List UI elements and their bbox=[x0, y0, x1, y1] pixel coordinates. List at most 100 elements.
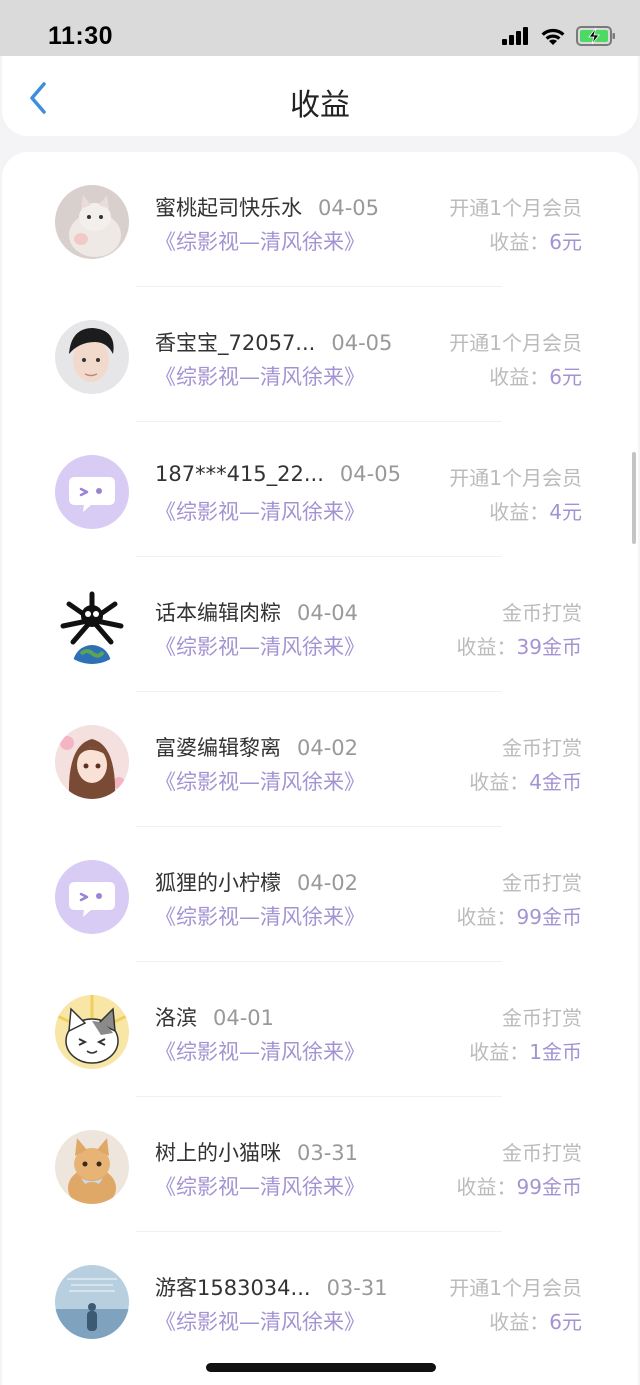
earning-date: 03-31 bbox=[297, 1141, 359, 1165]
user-info: 话本编辑肉粽 04-04 bbox=[155, 597, 358, 627]
earning-value: 6元 bbox=[549, 365, 582, 389]
earning-label: 收益： bbox=[469, 1040, 530, 1064]
user-info: 蜜桃起司快乐水 04-05 bbox=[155, 192, 379, 222]
user-info: 树上的小猫咪 03-31 bbox=[155, 1137, 358, 1167]
earning-row[interactable]: 狐狸的小柠檬 04-02 《综影视—清风徐来》 金币打赏 收益：99金币 bbox=[2, 827, 638, 962]
earning-label: 收益： bbox=[456, 905, 517, 929]
earning-label: 收益： bbox=[489, 1310, 550, 1334]
earning-label: 收益： bbox=[489, 230, 550, 254]
earning-amount: 收益：39金币 bbox=[457, 631, 582, 660]
anime-girl-avatar[interactable] bbox=[55, 725, 129, 799]
earning-date: 04-05 bbox=[318, 196, 380, 220]
earning-type: 开通1个月会员 bbox=[449, 331, 582, 355]
earning-date: 04-02 bbox=[297, 871, 359, 895]
cartoon-cat-avatar[interactable] bbox=[55, 995, 129, 1069]
earning-type: 金币打赏 bbox=[502, 871, 582, 895]
orange-kitten-avatar[interactable] bbox=[55, 1130, 129, 1204]
earning-amount: 收益：6元 bbox=[489, 1306, 582, 1335]
work-title[interactable]: 《综影视—清风徐来》 bbox=[155, 1306, 365, 1336]
user-name: 树上的小猫咪 bbox=[155, 1141, 281, 1165]
earning-row[interactable]: 洛滨 04-01 《综影视—清风徐来》 金币打赏 收益：1金币 bbox=[2, 962, 638, 1097]
earning-date: 04-05 bbox=[331, 331, 393, 355]
user-name: 洛滨 bbox=[155, 1006, 197, 1030]
status-icons bbox=[502, 26, 616, 46]
earning-value: 39金币 bbox=[516, 635, 582, 659]
cat-photo-avatar[interactable] bbox=[55, 185, 129, 259]
cellular-signal-icon bbox=[502, 27, 528, 45]
earning-label: 收益： bbox=[456, 1175, 517, 1199]
earning-type: 开通1个月会员 bbox=[449, 1276, 582, 1300]
earning-type: 开通1个月会员 bbox=[449, 196, 582, 220]
earning-type: 开通1个月会员 bbox=[449, 466, 582, 490]
earth-figure-avatar[interactable] bbox=[55, 590, 129, 664]
earning-date: 04-02 bbox=[297, 736, 359, 760]
earning-amount: 收益：1金币 bbox=[469, 1036, 582, 1065]
user-name: 话本编辑肉粽 bbox=[155, 601, 281, 625]
user-info: 洛滨 04-01 bbox=[155, 1002, 274, 1032]
earning-row[interactable]: 树上的小猫咪 03-31 《综影视—清风徐来》 金币打赏 收益：99金币 bbox=[2, 1097, 638, 1232]
earning-date: 04-05 bbox=[339, 462, 401, 486]
user-info: 香宝宝_72057... 04-05 bbox=[155, 327, 392, 357]
battery-charging-icon bbox=[576, 26, 615, 46]
user-name: 蜜桃起司快乐水 bbox=[155, 196, 302, 220]
earning-label: 收益： bbox=[489, 365, 550, 389]
work-title[interactable]: 《综影视—清风徐来》 bbox=[155, 361, 365, 391]
earning-label: 收益： bbox=[489, 500, 550, 524]
young-man-photo-avatar[interactable] bbox=[55, 320, 129, 394]
earning-amount: 收益：4金币 bbox=[469, 766, 582, 795]
work-title[interactable]: 《综影视—清风徐来》 bbox=[155, 901, 365, 931]
user-name: 富婆编辑黎离 bbox=[155, 736, 281, 760]
user-name: 187***415_22... bbox=[155, 462, 324, 486]
earning-row[interactable]: 话本编辑肉粽 04-04 《综影视—清风徐来》 金币打赏 收益：39金币 bbox=[2, 557, 638, 692]
earning-row[interactable]: 187***415_22... 04-05 《综影视—清风徐来》 开通1个月会员 … bbox=[2, 422, 638, 557]
earning-date: 04-01 bbox=[213, 1006, 275, 1030]
user-name: 游客1583034... bbox=[155, 1276, 311, 1300]
earning-value: 6元 bbox=[549, 230, 582, 254]
home-indicator[interactable] bbox=[206, 1363, 436, 1372]
earning-amount: 收益：6元 bbox=[489, 361, 582, 390]
work-title[interactable]: 《综影视—清风徐来》 bbox=[155, 1036, 365, 1066]
user-info: 187***415_22... 04-05 bbox=[155, 462, 401, 486]
earning-amount: 收益：99金币 bbox=[457, 901, 582, 930]
work-title[interactable]: 《综影视—清风徐来》 bbox=[155, 631, 365, 661]
earning-amount: 收益：6元 bbox=[489, 226, 582, 255]
header-bar: 收益 bbox=[2, 56, 638, 136]
status-bar: 11:30 bbox=[0, 0, 640, 56]
earning-row[interactable]: 香宝宝_72057... 04-05 《综影视—清风徐来》 开通1个月会员 收益：… bbox=[2, 287, 638, 422]
user-name: 狐狸的小柠檬 bbox=[155, 871, 281, 895]
earning-amount: 收益：99金币 bbox=[457, 1171, 582, 1200]
status-time: 11:30 bbox=[48, 22, 114, 50]
earning-row[interactable]: 游客1583034... 03-31 《综影视—清风徐来》 开通1个月会员 收益：… bbox=[2, 1232, 638, 1367]
user-info: 富婆编辑黎离 04-02 bbox=[155, 732, 358, 762]
earning-label: 收益： bbox=[456, 635, 517, 659]
blue-scenery-avatar[interactable] bbox=[55, 1265, 129, 1339]
user-name: 香宝宝_72057... bbox=[155, 331, 316, 355]
default-chat-bubble-avatar[interactable] bbox=[55, 455, 129, 529]
user-info: 游客1583034... 03-31 bbox=[155, 1272, 388, 1302]
earning-date: 03-31 bbox=[326, 1276, 388, 1300]
earning-date: 04-04 bbox=[297, 601, 359, 625]
earning-value: 1金币 bbox=[529, 1040, 582, 1064]
earning-type: 金币打赏 bbox=[502, 601, 582, 625]
earning-value: 99金币 bbox=[516, 1175, 582, 1199]
work-title[interactable]: 《综影视—清风徐来》 bbox=[155, 496, 365, 526]
earning-row[interactable]: 蜜桃起司快乐水 04-05 《综影视—清风徐来》 开通1个月会员 收益：6元 bbox=[2, 152, 638, 287]
work-title[interactable]: 《综影视—清风徐来》 bbox=[155, 226, 365, 256]
earning-type: 金币打赏 bbox=[502, 1141, 582, 1165]
scrollbar[interactable] bbox=[632, 452, 636, 544]
default-chat-bubble-avatar[interactable] bbox=[55, 860, 129, 934]
earning-type: 金币打赏 bbox=[502, 1006, 582, 1030]
earning-value: 4金币 bbox=[529, 770, 582, 794]
earning-row[interactable]: 富婆编辑黎离 04-02 《综影视—清风徐来》 金币打赏 收益：4金币 bbox=[2, 692, 638, 827]
work-title[interactable]: 《综影视—清风徐来》 bbox=[155, 766, 365, 796]
wifi-icon bbox=[541, 28, 565, 45]
earning-value: 99金币 bbox=[516, 905, 582, 929]
page-title: 收益 bbox=[290, 88, 350, 123]
earning-label: 收益： bbox=[469, 770, 530, 794]
earning-amount: 收益：4元 bbox=[489, 496, 582, 525]
earning-type: 金币打赏 bbox=[502, 736, 582, 760]
earning-value: 4元 bbox=[549, 500, 582, 524]
work-title[interactable]: 《综影视—清风徐来》 bbox=[155, 1171, 365, 1201]
earning-value: 6元 bbox=[549, 1310, 582, 1334]
user-info: 狐狸的小柠檬 04-02 bbox=[155, 867, 358, 897]
